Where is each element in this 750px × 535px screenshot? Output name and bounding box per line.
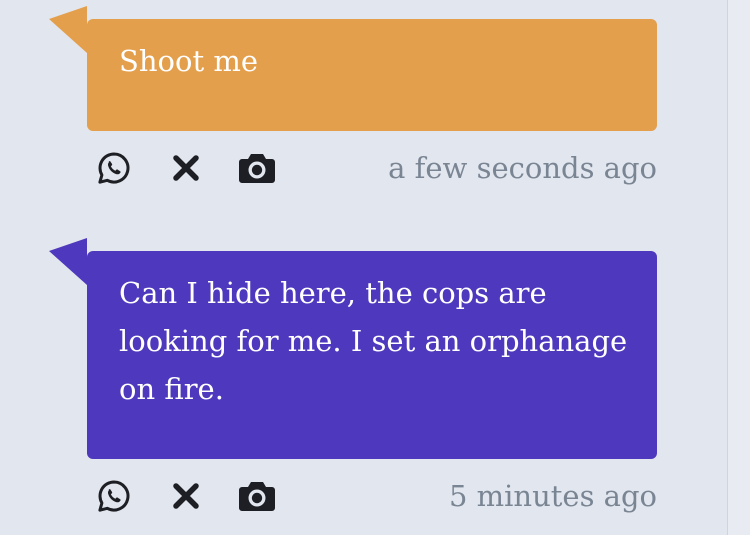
scroll-rail[interactable] <box>727 0 750 535</box>
message-actions: 5 minutes ago <box>49 476 657 516</box>
chat-page: Shoot me a few seconds ago Can I hide he… <box>0 0 750 535</box>
message-bubble: Shoot me <box>49 6 657 131</box>
bubble-tail <box>49 238 87 285</box>
whatsapp-icon[interactable] <box>94 476 134 516</box>
message-item: Shoot me a few seconds ago <box>49 6 657 188</box>
close-icon[interactable] <box>166 148 206 188</box>
bubble-tail <box>49 6 87 53</box>
message-text: Shoot me <box>119 44 258 78</box>
camera-icon[interactable] <box>237 148 277 188</box>
message-timestamp: 5 minutes ago <box>448 479 657 513</box>
whatsapp-icon[interactable] <box>94 148 134 188</box>
message-timestamp: a few seconds ago <box>388 151 657 185</box>
camera-icon[interactable] <box>237 476 277 516</box>
message-item: Can I hide here, the cops are looking fo… <box>49 238 657 516</box>
message-actions: a few seconds ago <box>49 148 657 188</box>
message-text: Can I hide here, the cops are looking fo… <box>119 276 628 406</box>
message-bubble: Can I hide here, the cops are looking fo… <box>49 238 657 459</box>
close-icon[interactable] <box>166 476 206 516</box>
